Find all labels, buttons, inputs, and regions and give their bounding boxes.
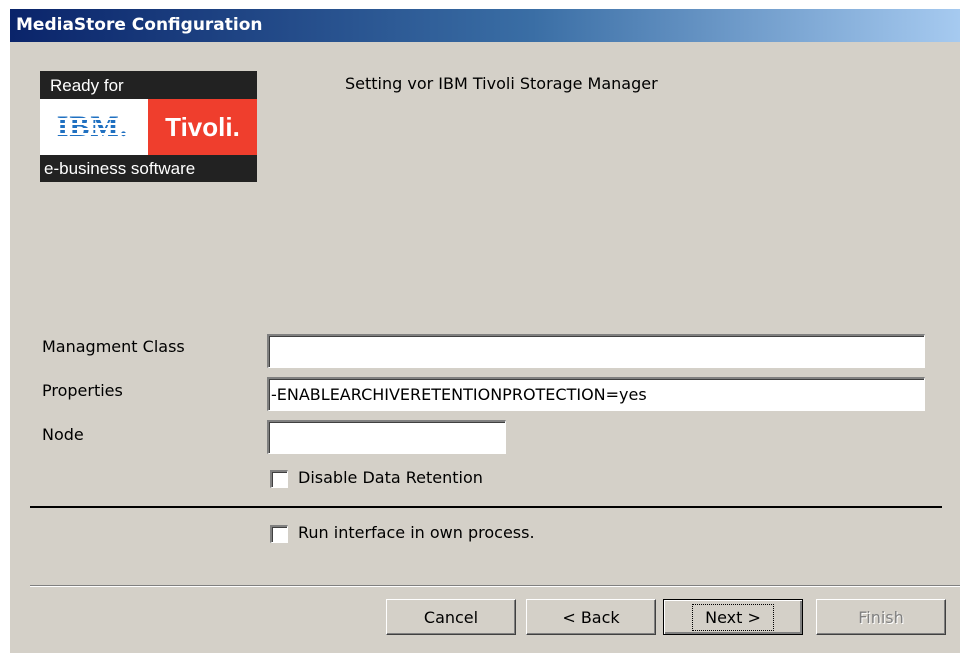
management-class-label: Managment Class	[42, 337, 185, 356]
next-button[interactable]: Next >	[663, 599, 803, 635]
cancel-button[interactable]: Cancel	[386, 599, 516, 635]
management-class-input[interactable]	[267, 334, 925, 368]
logo-bottom-text: e-business software	[44, 159, 196, 178]
logo-tivoli-text: Tivoli.	[148, 99, 257, 155]
node-input[interactable]	[267, 420, 506, 454]
logo-top-text: Ready for	[50, 76, 124, 95]
ibm-tivoli-logo: Ready for IBM. Tivoli. e-business softwa…	[40, 71, 257, 182]
title-bar[interactable]: MediaStore Configuration	[10, 9, 960, 42]
back-button-label: < Back	[562, 607, 620, 627]
finish-button[interactable]: Finish	[816, 599, 946, 635]
separator	[30, 506, 942, 508]
back-button[interactable]: < Back	[526, 599, 656, 635]
disable-retention-label[interactable]: Disable Data Retention	[298, 468, 483, 487]
button-separator	[30, 585, 960, 587]
properties-label: Properties	[42, 381, 123, 400]
run-own-process-label[interactable]: Run interface in own process.	[298, 523, 535, 542]
cancel-button-label: Cancel	[423, 607, 479, 627]
window-title: MediaStore Configuration	[16, 15, 263, 35]
configuration-window: MediaStore Configuration Ready for IBM. …	[10, 9, 960, 653]
run-own-process-checkbox[interactable]	[270, 525, 288, 543]
properties-input[interactable]: -ENABLEARCHIVERETENTIONPROTECTION=yes	[267, 377, 925, 411]
logo-ibm-text: IBM.	[56, 110, 129, 143]
next-button-label: Next >	[692, 603, 774, 631]
node-label: Node	[42, 425, 84, 444]
page-heading: Setting vor IBM Tivoli Storage Manager	[345, 74, 658, 93]
finish-button-label: Finish	[858, 607, 904, 627]
disable-retention-checkbox[interactable]	[270, 470, 288, 488]
